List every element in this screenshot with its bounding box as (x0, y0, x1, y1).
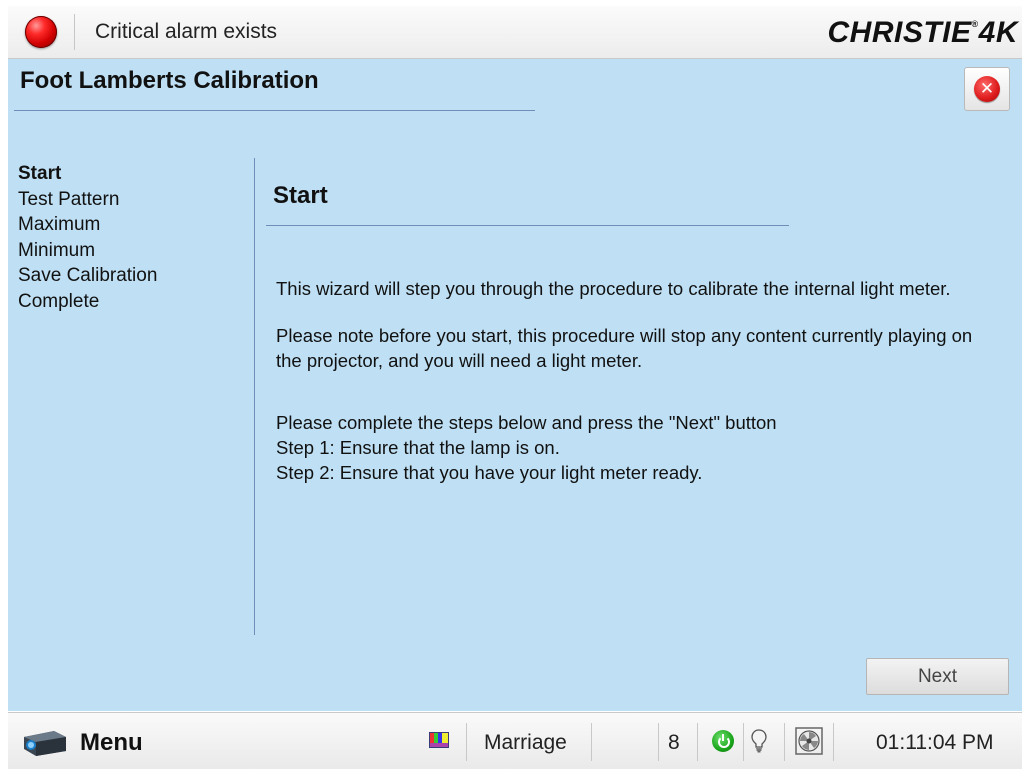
divider (658, 723, 659, 761)
step-1-line: Step 1: Ensure that the lamp is on. (276, 437, 560, 458)
wizard-step-maximum: Maximum (18, 214, 101, 235)
wizard-step-minimum: Minimum (18, 239, 96, 261)
section-title: Start (273, 182, 328, 209)
wizard-instructions: This wizard will step you through the pr… (276, 276, 976, 485)
bottom-status-bar: Menu Marriage 8 01:11:04 PM (8, 712, 1022, 769)
alarm-count[interactable]: 8 (668, 731, 680, 755)
divider (743, 723, 744, 761)
divider (784, 723, 785, 761)
divider (833, 723, 834, 761)
app-window: Critical alarm exists CHRISTIE®4K Foot L… (8, 6, 1022, 769)
brand-logo: CHRISTIE®4K (827, 16, 1018, 50)
wizard-panel: Foot Lamberts Calibration ✕ Start Test P… (8, 59, 1022, 711)
next-button[interactable]: Next (866, 658, 1009, 695)
marriage-status[interactable]: Marriage (484, 731, 567, 755)
brand-suffix: 4K (978, 16, 1018, 49)
brand-registered-mark: ® (971, 19, 979, 29)
section-divider (266, 225, 789, 226)
wizard-step-start: Start (18, 163, 62, 184)
alarm-status-text[interactable]: Critical alarm exists (95, 20, 277, 44)
instruction-line: Please complete the steps below and pres… (276, 412, 777, 433)
step-2-line: Step 2: Ensure that you have your light … (276, 462, 703, 483)
menu-label: Menu (80, 729, 143, 756)
clock-time: 01:11:04 PM (876, 731, 994, 754)
vertical-divider (254, 158, 255, 635)
wizard-steps-list: Start Test Pattern Maximum Minimum Save … (18, 161, 157, 314)
title-divider (14, 110, 535, 111)
power-icon[interactable] (712, 730, 734, 752)
close-button[interactable]: ✕ (964, 67, 1010, 111)
intro-paragraph: This wizard will step you through the pr… (276, 278, 951, 299)
top-status-bar: Critical alarm exists CHRISTIE®4K (8, 6, 1022, 59)
close-icon: ✕ (974, 76, 1000, 102)
test-pattern-icon[interactable] (428, 731, 450, 749)
menu-button[interactable]: Menu (18, 721, 158, 761)
brand-name: CHRISTIE (827, 16, 972, 49)
wizard-step-test-pattern: Test Pattern (18, 188, 120, 210)
lightbulb-icon[interactable] (750, 728, 768, 754)
divider (466, 723, 467, 761)
warning-paragraph: Please note before you start, this proce… (276, 325, 973, 371)
divider (591, 723, 592, 761)
page-title: Foot Lamberts Calibration (20, 67, 319, 94)
divider (697, 723, 698, 761)
wizard-step-complete: Complete (18, 290, 100, 312)
alarm-led-icon[interactable] (25, 16, 57, 48)
wizard-step-save-calibration: Save Calibration (18, 265, 158, 286)
divider (74, 14, 75, 50)
cooling-fan-icon[interactable] (793, 725, 825, 757)
projector-icon (24, 731, 66, 756)
